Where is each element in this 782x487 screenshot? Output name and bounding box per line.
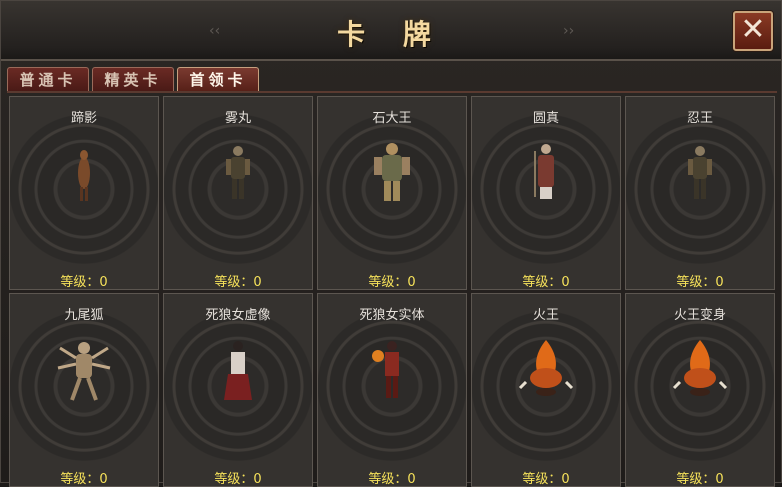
- card-level: 等级：0: [214, 275, 262, 290]
- card-level: 等级：0: [368, 275, 416, 290]
- card-item[interactable]: 死狼女虚像 等级：0: [163, 293, 313, 487]
- card-name: 石大王: [372, 111, 412, 126]
- right-arrow-ornament-icon: ››: [563, 23, 575, 39]
- card-name: 雾丸: [224, 111, 251, 126]
- fire-king-transformed-figure-icon: [672, 340, 728, 396]
- wolf-woman-body-figure-icon: [372, 341, 399, 398]
- card-level: 等级：0: [214, 472, 262, 487]
- title-bar: ‹‹ 卡 牌 ›› ✕: [1, 1, 781, 61]
- card-level: 等级：0: [368, 472, 416, 487]
- card-item[interactable]: 蹄影 等级：0: [9, 96, 159, 290]
- tab-boss-card[interactable]: 首领卡: [177, 67, 259, 91]
- card-name: 九尾狐: [64, 308, 104, 323]
- card-name: 死狼女虚像: [205, 308, 271, 323]
- tab-normal-card[interactable]: 普通卡: [7, 67, 89, 91]
- card-item[interactable]: 死狼女实体 等级：0: [317, 293, 467, 487]
- card-level: 等级：0: [522, 275, 570, 290]
- tab-elite-card[interactable]: 精英卡: [92, 67, 174, 91]
- fire-king-figure-icon: [518, 340, 574, 396]
- card-grid: 蹄影 等级：0 雾丸 等级：0 石大王 等级：0 圆真 等级：0 忍王 等级：0…: [7, 91, 777, 487]
- horse-creature-figure-icon: [78, 150, 90, 201]
- card-name: 火王: [532, 308, 559, 323]
- card-name: 死狼女实体: [359, 308, 425, 323]
- card-level: 等级：0: [676, 275, 724, 290]
- card-item[interactable]: 九尾狐 等级：0: [9, 293, 159, 487]
- card-item[interactable]: 圆真 等级：0: [471, 96, 621, 290]
- stone-king-figure-icon: [374, 143, 410, 201]
- card-item[interactable]: 石大王 等级：0: [317, 96, 467, 290]
- card-level: 等级：0: [60, 472, 108, 487]
- card-item[interactable]: 雾丸 等级：0: [163, 96, 313, 290]
- card-item[interactable]: 火王变身 等级：0: [625, 293, 775, 487]
- card-name: 火王变身: [673, 308, 726, 323]
- card-name: 忍王: [686, 111, 713, 126]
- card-level: 等级：0: [60, 275, 108, 290]
- close-button[interactable]: ✕: [733, 11, 773, 51]
- card-name: 蹄影: [70, 111, 97, 126]
- card-item[interactable]: 忍王 等级：0: [625, 96, 775, 290]
- monk-figure-icon: [534, 144, 554, 199]
- card-collection-window: ‹‹ 卡 牌 ›› ✕ 普通卡 精英卡 首领卡 蹄影 等级：0 雾丸 等级：0 …: [0, 0, 782, 487]
- window-title: 卡 牌: [337, 18, 445, 51]
- card-item[interactable]: 火王 等级：0: [471, 293, 621, 487]
- ninja-king-figure-icon: [688, 146, 712, 199]
- close-icon: ✕: [740, 12, 766, 47]
- card-level: 等级：0: [676, 472, 724, 487]
- nine-tail-fox-figure-icon: [57, 342, 111, 401]
- card-level: 等级：0: [522, 472, 570, 487]
- card-name: 圆真: [532, 111, 559, 126]
- ninja-figure-icon: [226, 146, 250, 199]
- wolf-woman-phantom-figure-icon: [224, 341, 252, 400]
